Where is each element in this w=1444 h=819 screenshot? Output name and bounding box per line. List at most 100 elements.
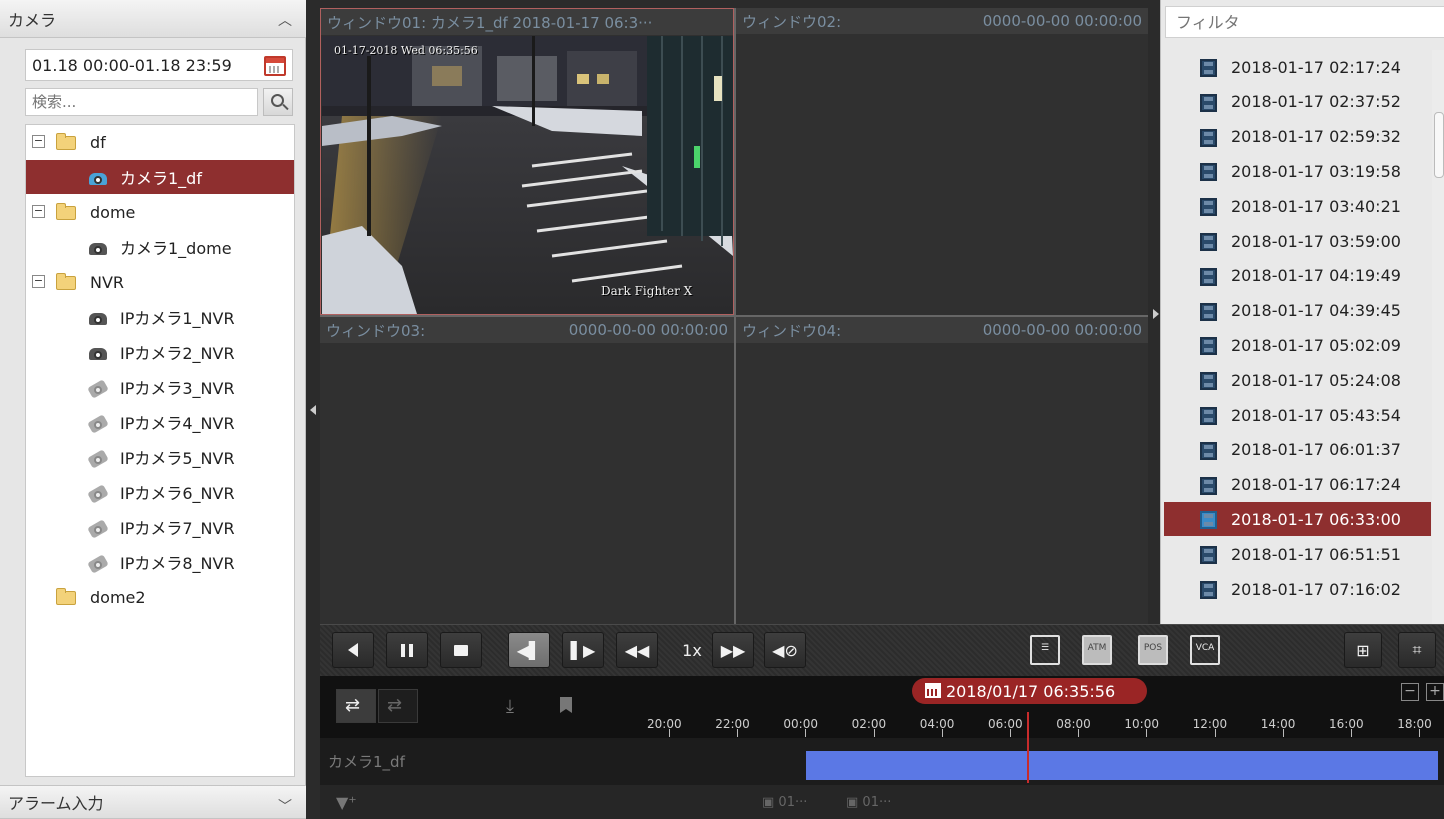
alarm-input-header[interactable]: アラーム入力 ﹀: [0, 785, 306, 819]
tree-item-label: カメラ1_df: [120, 169, 202, 188]
video-window-3[interactable]: ウィンドウ03: 0000-00-00 00:00:00: [320, 317, 734, 624]
tick-mark: [941, 729, 943, 737]
tick-mark: [805, 729, 807, 737]
recording-item[interactable]: 2018-01-17 02:37:52: [1164, 85, 1431, 119]
footer-item-1[interactable]: ▣ 01···: [762, 795, 807, 810]
tree-camera[interactable]: カメラ1_dome: [26, 230, 294, 264]
record-list-button[interactable]: ☰: [1030, 635, 1060, 665]
window-title-bar: ウィンドウ03: 0000-00-00 00:00:00: [320, 317, 734, 343]
recording-item[interactable]: 2018-01-17 07:16:02: [1164, 572, 1431, 606]
tree-camera[interactable]: IPカメラ4_NVR: [26, 405, 294, 439]
recording-item[interactable]: 2018-01-17 03:40:21: [1164, 189, 1431, 223]
camera-video-feed[interactable]: 01-17-2018 Wed 06:35:56 Dark Fighter X: [322, 36, 733, 314]
tree-camera[interactable]: IPカメラ5_NVR: [26, 440, 294, 474]
video-window-1[interactable]: ウィンドウ01: カメラ1_df 2018-01-17 06:3··· 01-1…: [320, 8, 734, 315]
recording-bar[interactable]: [806, 751, 1438, 780]
filter-input[interactable]: [1165, 6, 1444, 38]
collapse-toggle-icon[interactable]: −: [32, 275, 45, 288]
tree-folder[interactable]: − df: [26, 125, 294, 159]
calendar-icon[interactable]: [264, 56, 286, 76]
collapse-toggle-icon[interactable]: −: [32, 135, 45, 148]
slow-down-button[interactable]: ◀◀: [616, 632, 658, 668]
collapse-toggle-icon[interactable]: −: [32, 205, 45, 218]
tree-camera[interactable]: IPカメラ6_NVR: [26, 475, 294, 509]
tree-camera[interactable]: カメラ1_df: [26, 160, 294, 194]
recording-time: 2018-01-17 07:16:02: [1231, 579, 1401, 599]
pause-icon: [401, 643, 413, 657]
recording-item[interactable]: 2018-01-17 06:01:37: [1164, 433, 1431, 467]
pos-button[interactable]: POS: [1138, 635, 1168, 665]
video-file-icon: [1200, 59, 1217, 77]
timeline-cursor[interactable]: [1027, 712, 1029, 783]
video-timestamp-overlay: 01-17-2018 Wed 06:35:56: [334, 44, 478, 57]
camera-panel-title: カメラ: [8, 10, 57, 30]
recording-time: 2018-01-17 02:17:24: [1231, 57, 1401, 77]
zoom-in-button[interactable]: +: [1426, 683, 1444, 701]
window-title: ウィンドウ01: カメラ1_df 2018-01-17 06:3···: [327, 13, 653, 32]
speed-up-button[interactable]: ▶▶: [712, 632, 754, 668]
chevron-down-icon[interactable]: ﹀: [278, 796, 292, 816]
video-window-4[interactable]: ウィンドウ04: 0000-00-00 00:00:00: [736, 317, 1148, 624]
zoom-out-button[interactable]: −: [1401, 683, 1419, 701]
recording-item[interactable]: 2018-01-17 02:17:24: [1164, 50, 1431, 84]
video-file-icon: [1200, 372, 1217, 391]
video-window-2[interactable]: ウィンドウ02: 0000-00-00 00:00:00: [736, 8, 1148, 315]
async-mode-button[interactable]: ⇄: [378, 689, 418, 723]
fullscreen-button[interactable]: ⌗: [1398, 632, 1436, 668]
recording-item[interactable]: 2018-01-17 04:39:45: [1164, 294, 1431, 328]
chevron-up-icon[interactable]: ︿: [278, 10, 292, 30]
tick-mark: [1010, 729, 1011, 737]
tree-camera[interactable]: IPカメラ8_NVR: [26, 545, 294, 579]
layout-button[interactable]: ⊞: [1344, 632, 1382, 668]
video-file-icon: [1200, 233, 1217, 251]
grid-divider-horizontal: [320, 315, 1148, 317]
recording-item[interactable]: 2018-01-17 06:51:51: [1164, 537, 1431, 571]
window-timestamp: 0000-00-00 00:00:00: [982, 12, 1142, 30]
scrollbar-thumb[interactable]: [1434, 112, 1444, 178]
search-input[interactable]: [25, 88, 258, 116]
footer-item-2[interactable]: ▣ 01···: [846, 795, 891, 810]
vca-button[interactable]: VCA: [1190, 635, 1220, 665]
tree-item-label: カメラ1_dome: [120, 239, 232, 258]
frame-back-button[interactable]: ◀▌: [508, 632, 550, 668]
recording-item[interactable]: 2018-01-17 03:59:00: [1164, 224, 1431, 258]
tree-folder[interactable]: − NVR: [26, 265, 294, 299]
tick-mark: [737, 729, 739, 737]
video-file-icon: [1200, 163, 1217, 182]
reverse-play-button[interactable]: [332, 632, 374, 668]
recording-item[interactable]: 2018-01-17 04:19:49: [1164, 259, 1431, 293]
tree-camera[interactable]: IPカメラ1_NVR: [26, 300, 294, 334]
recording-item[interactable]: 2018-01-17 05:24:08: [1164, 363, 1431, 397]
recording-item[interactable]: 2018-01-17 02:59:32: [1164, 120, 1431, 154]
date-range-field[interactable]: 01.18 00:00-01.18 23:59: [25, 49, 293, 81]
tree-folder[interactable]: − dome: [26, 195, 294, 229]
reverse-play-icon: [348, 643, 358, 657]
tree-item-label: df: [90, 132, 106, 152]
download-icon[interactable]: ⤓: [506, 696, 514, 717]
recording-item[interactable]: 2018-01-17 06:33:00: [1164, 502, 1431, 537]
recording-list-scrollbar[interactable]: [1432, 50, 1444, 624]
current-datetime-badge[interactable]: 2018/01/17 06:35:56: [912, 678, 1147, 704]
tree-camera[interactable]: IPカメラ7_NVR: [26, 510, 294, 544]
recording-item[interactable]: 2018-01-17 05:02:09: [1164, 328, 1431, 362]
search-button[interactable]: [263, 88, 293, 116]
atm-button[interactable]: ATM: [1082, 635, 1112, 665]
sync-mode-button[interactable]: ⇄: [336, 689, 376, 723]
recording-item[interactable]: 2018-01-17 03:19:58: [1164, 154, 1431, 188]
recording-item[interactable]: 2018-01-17 05:43:54: [1164, 398, 1431, 432]
tree-folder[interactable]: dome2: [26, 580, 294, 614]
video-file-icon: [1200, 441, 1217, 460]
mute-button[interactable]: ◀⊘: [764, 632, 806, 668]
tree-camera[interactable]: IPカメラ3_NVR: [26, 370, 294, 404]
pause-button[interactable]: [386, 632, 428, 668]
tick-label: 18:00: [1397, 717, 1432, 731]
collapse-left-panel-icon[interactable]: [310, 405, 316, 415]
stop-button[interactable]: [440, 632, 482, 668]
recording-item[interactable]: 2018-01-17 06:17:24: [1164, 468, 1431, 502]
camera-panel-header[interactable]: カメラ ︿: [0, 0, 306, 38]
frame-forward-button[interactable]: ▌▶: [562, 632, 604, 668]
tree-camera[interactable]: IPカメラ2_NVR: [26, 335, 294, 369]
collapse-right-panel-icon[interactable]: [1153, 309, 1159, 319]
video-file-icon: [1200, 476, 1217, 495]
filter-icon[interactable]: ▼⁺: [336, 793, 357, 812]
